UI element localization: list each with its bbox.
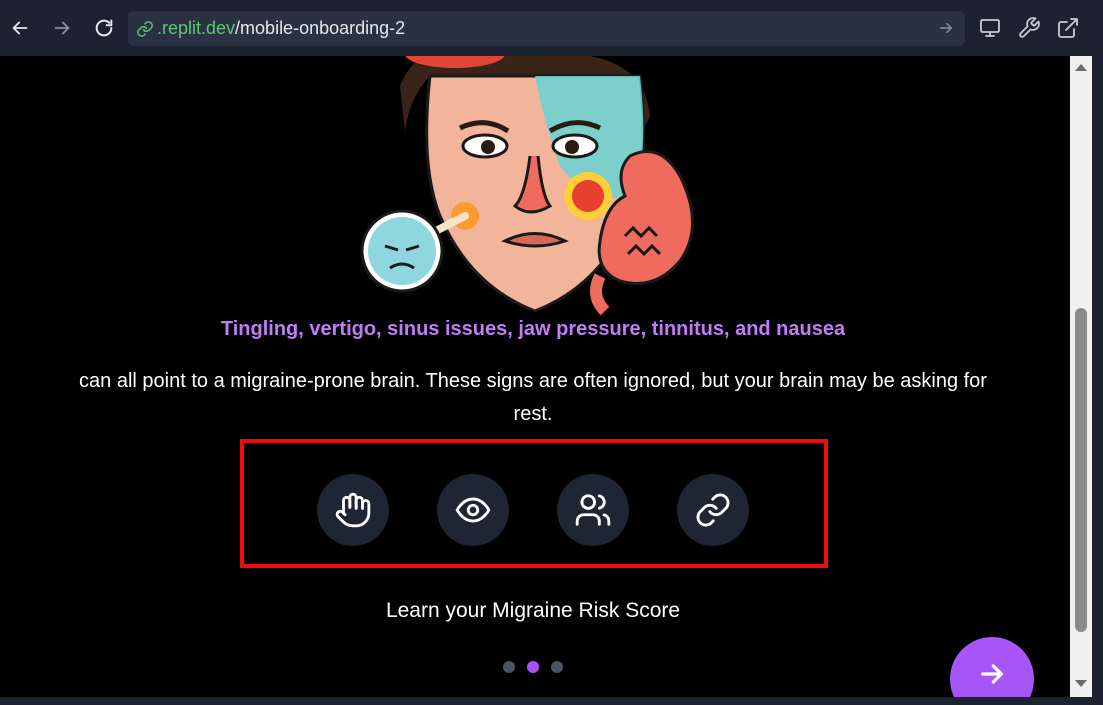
go-arrow-icon[interactable]	[937, 19, 955, 37]
pagination-dot-1[interactable]	[503, 661, 515, 673]
eye-icon	[455, 497, 491, 523]
hand-icon	[335, 492, 371, 528]
onboarding-screen: Tingling, vertigo, sinus issues, jaw pre…	[0, 56, 1070, 697]
forward-button[interactable]	[50, 16, 74, 40]
window-bottom-edge	[0, 697, 1103, 705]
vertical-scrollbar[interactable]	[1070, 56, 1092, 697]
next-button[interactable]	[950, 637, 1034, 697]
symptom-eye-button[interactable]	[437, 474, 509, 546]
wrench-icon[interactable]	[1017, 16, 1041, 40]
reload-button[interactable]	[92, 16, 116, 40]
description-text: can all point to a migraine-prone brain.…	[79, 370, 987, 425]
scroll-up-icon[interactable]	[1074, 62, 1088, 72]
users-icon	[575, 494, 611, 526]
risk-score-text: Learn your Migraine Risk Score	[385, 599, 681, 622]
url-path: /mobile-onboarding-2	[235, 18, 406, 38]
link-icon	[696, 493, 730, 527]
monitor-icon[interactable]	[978, 16, 1002, 40]
address-bar[interactable]: .replit.dev/mobile-onboarding-2	[128, 11, 965, 46]
pagination-dot-2[interactable]	[527, 661, 539, 673]
symptom-hand-button[interactable]	[317, 474, 389, 546]
scroll-down-icon[interactable]	[1074, 679, 1088, 689]
back-button[interactable]	[8, 16, 32, 40]
migraine-illustration	[360, 56, 694, 316]
symptoms-headline: Tingling, vertigo, sinus issues, jaw pre…	[220, 318, 846, 340]
reload-icon	[95, 19, 113, 37]
symptom-users-button[interactable]	[557, 474, 629, 546]
url-domain: .replit.dev	[157, 18, 236, 38]
window-edge	[1092, 56, 1103, 705]
arrow-right-icon	[981, 664, 1003, 684]
arrow-right-icon	[54, 21, 70, 35]
browser-toolbar: .replit.dev/mobile-onboarding-2	[0, 0, 1103, 56]
arrow-left-icon	[12, 21, 28, 35]
link-icon	[137, 20, 153, 37]
symptom-link-button[interactable]	[677, 474, 749, 546]
pagination-dot-3[interactable]	[551, 661, 563, 673]
external-link-icon[interactable]	[1056, 16, 1080, 40]
scroll-thumb[interactable]	[1075, 308, 1087, 632]
